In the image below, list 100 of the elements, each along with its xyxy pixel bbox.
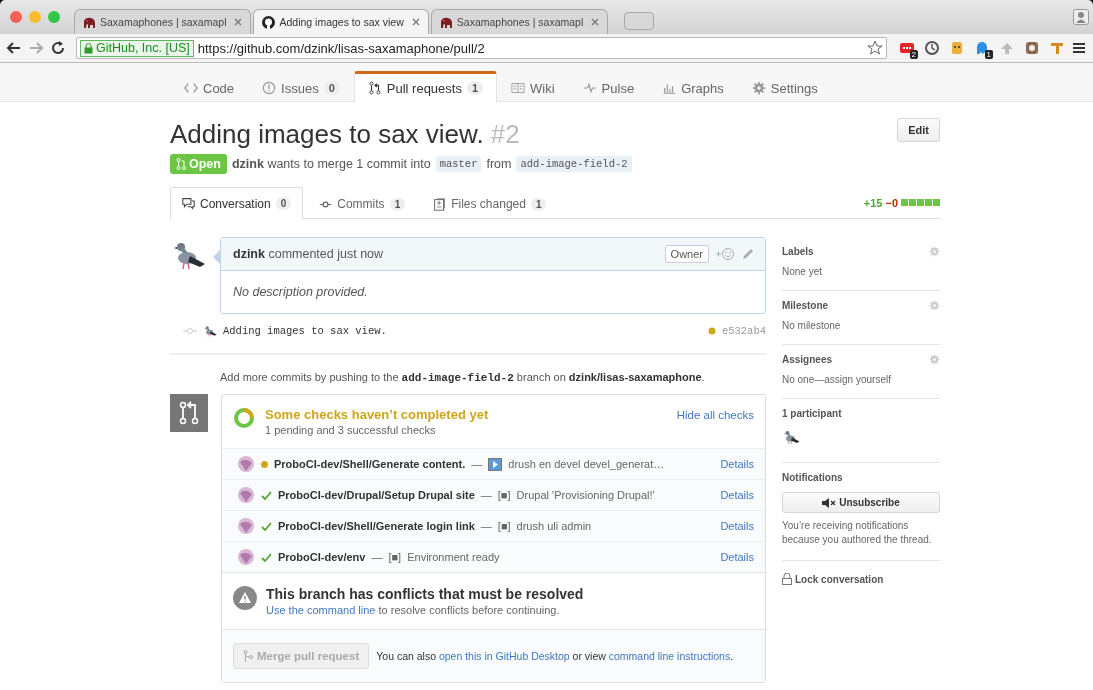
address-bar[interactable]: GitHub, Inc. [US] https://github.com/dzink/lisas-saxamaphone/pull/2 <box>76 37 887 59</box>
count-badge: 1 <box>389 197 406 211</box>
new-tab-button[interactable] <box>624 12 655 30</box>
extension-icon[interactable] <box>974 40 990 56</box>
sidebar-value: No milestone <box>782 320 842 331</box>
octocat-favicon-icon <box>262 15 276 29</box>
repo-tab[interactable]: Settings <box>737 71 832 102</box>
sidebar-heading: Milestone <box>782 300 829 311</box>
check-name: ProboCI-dev/Shell/Generate login link <box>278 520 475 532</box>
separator-dash: — <box>371 551 383 563</box>
gear-icon[interactable] <box>929 300 940 311</box>
extension-icon[interactable] <box>899 40 915 56</box>
check-description: Drupal 'Provisioning Drupal!' <box>516 489 655 501</box>
sidebar-heading: Notifications <box>782 472 843 483</box>
file-diff-icon <box>433 197 447 211</box>
window-control-icon <box>48 11 60 23</box>
details-link[interactable]: Details <box>720 489 754 501</box>
additions-count: +15 <box>863 196 883 209</box>
repo-tab[interactable]: Code <box>170 71 249 102</box>
checks-summary: 1 pending and 3 successful checks <box>265 424 437 436</box>
checks-title: Some checks haven’t completed yet <box>265 407 489 422</box>
check-name: ProboCI-dev/Shell/Generate content. <box>274 458 466 470</box>
repo-tab[interactable]: Wiki <box>497 71 569 102</box>
repo-tab[interactable]: Graphs <box>648 71 738 102</box>
participants-heading: 1 participant <box>782 408 842 419</box>
profile-icon[interactable] <box>1073 9 1089 25</box>
glyph-text: [■] <box>497 520 511 532</box>
comment-header-text: dzink commented just now <box>233 247 384 261</box>
extension-badge: 1 <box>984 50 993 59</box>
details-link[interactable]: Details <box>720 520 754 532</box>
pr-tab[interactable]: Conversation 0 <box>170 187 304 219</box>
sidebar-value: None yet <box>782 266 824 277</box>
comment-body: No description provided. <box>232 284 369 301</box>
pr-tab[interactable]: Commits 1 <box>307 188 418 219</box>
gear-icon[interactable] <box>929 354 940 365</box>
pull-request-icon <box>367 81 382 95</box>
extension-icon[interactable] <box>924 40 940 56</box>
glyph-text: [■] <box>388 551 402 563</box>
check-avatar <box>237 548 255 566</box>
conflict-text: Use the command line to resolve conflicts before continuing. <box>266 604 561 616</box>
pr-tab[interactable]: Files changed 1 <box>421 188 559 219</box>
browser-tab[interactable]: Adding images to sax view <box>253 9 429 34</box>
git-pull-request-icon <box>170 394 208 432</box>
glyph-text: [■] <box>497 489 511 501</box>
bird-avatar <box>203 324 217 338</box>
close-icon <box>411 18 420 26</box>
check-name: ProboCI-dev/Drupal/Setup Drupal site <box>278 489 475 501</box>
details-link[interactable]: Details <box>720 458 754 470</box>
count-badge: 0 <box>275 197 292 210</box>
edit-button[interactable]: Edit <box>897 118 940 142</box>
browser-tab[interactable]: Saxamaphones | saxamapl <box>74 9 252 34</box>
padlock-icon <box>84 42 93 54</box>
site-identity[interactable]: GitHub, Inc. [US] <box>80 39 194 57</box>
browser-tab[interactable]: Saxamaphones | saxamapl <box>430 9 609 34</box>
check-avatar <box>237 517 255 535</box>
sidebar-value: No one—assign yourself <box>782 374 892 385</box>
commit-message[interactable]: Adding images to sax view. <box>223 325 387 337</box>
pencil-icon[interactable] <box>741 247 755 261</box>
push-hint-text: Add more commits by pushing to the add-image-field-2 branch on dzink/lisas-saxamaphone. <box>220 371 706 384</box>
check-description: Environment ready <box>407 551 500 563</box>
check-description: drush uli admin <box>516 520 592 532</box>
code-icon <box>184 81 198 95</box>
check-description: drush en devel devel_generat… <box>508 458 665 470</box>
unsubscribe-button[interactable]: Unsubscribe <box>782 492 940 513</box>
from-text: from <box>486 157 512 171</box>
count-badge: 1 <box>530 197 547 211</box>
commit-sha[interactable]: e532ab4 <box>721 325 766 337</box>
repo-tab[interactable]: Issues 0 <box>248 71 354 102</box>
pull-request-icon <box>176 158 186 170</box>
repo-tab[interactable]: Pulse <box>568 71 649 102</box>
close-icon <box>234 18 243 26</box>
forward-icon[interactable] <box>28 40 44 56</box>
reload-icon[interactable] <box>50 40 66 56</box>
role-badge: Owner <box>664 245 709 263</box>
lock-conversation-link[interactable]: Lock conversation <box>782 561 940 585</box>
gear-icon[interactable] <box>929 246 940 257</box>
sidebar-heading: Assignees <box>782 354 833 365</box>
bookmark-star-icon[interactable] <box>867 40 883 56</box>
check-name: ProboCI-dev/env <box>278 551 366 563</box>
back-icon[interactable] <box>6 40 22 56</box>
hide-checks-link[interactable]: Hide all checks <box>676 409 754 421</box>
issue-icon <box>262 81 277 95</box>
menu-icon[interactable] <box>1071 40 1087 56</box>
url-text: https://github.com/dzink/lisas-saxamaphone/pull/2 <box>197 40 486 56</box>
status-badge: Open <box>170 154 227 174</box>
merge-alternatives-text: You can also open this in GitHub Desktop or view command line instructions. <box>376 650 734 662</box>
speech-bubbles-icon <box>182 197 195 210</box>
count-badge: 0 <box>323 81 340 95</box>
conflict-title: This branch has conflicts that must be resolved <box>266 586 584 602</box>
repo-tab[interactable]: Pull requests 1 <box>353 71 498 102</box>
elephant-favicon-icon <box>439 15 453 29</box>
check-avatar <box>237 455 255 473</box>
deletions-count: −0 <box>885 196 898 209</box>
command-line-link[interactable]: Use the command line <box>266 604 376 616</box>
close-icon <box>591 18 600 26</box>
separator-dash: — <box>480 489 492 501</box>
progress-ring-icon <box>233 407 255 429</box>
add-reaction-icon[interactable] <box>715 247 735 261</box>
extension-icon[interactable] <box>949 40 965 56</box>
details-link[interactable]: Details <box>720 551 754 563</box>
